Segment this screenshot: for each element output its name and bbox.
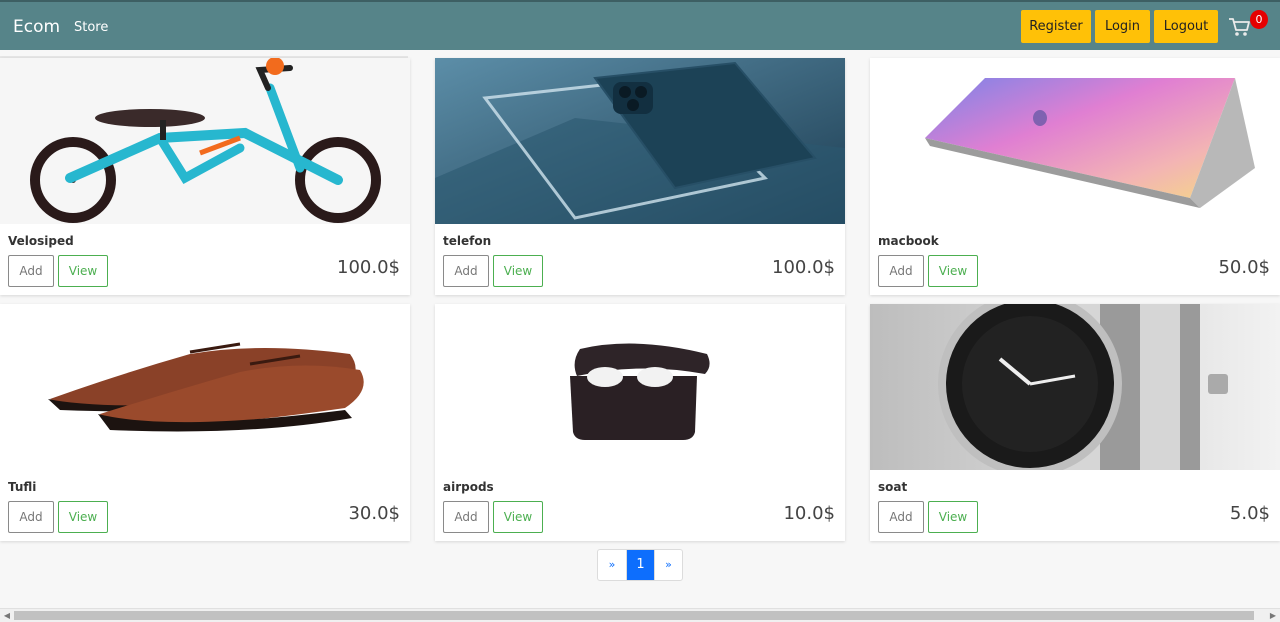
navbar: Ecom Store Register Login Logout 0 (0, 0, 1280, 50)
scroll-right-icon[interactable]: ▶ (1267, 610, 1279, 622)
product-price: 100.0$ (337, 257, 400, 278)
product-card: soat Add View 5.0$ (870, 304, 1280, 541)
add-to-cart-button[interactable]: Add (443, 255, 489, 287)
product-name: airpods (443, 480, 494, 494)
product-card: Tufli Add View 30.0$ (0, 304, 410, 541)
product-image-shoes[interactable] (0, 304, 410, 470)
product-price: 10.0$ (783, 503, 835, 524)
product-name: telefon (443, 234, 492, 248)
nav-link-store[interactable]: Store (74, 20, 108, 35)
logout-button[interactable]: Logout (1154, 10, 1218, 43)
brand-logo[interactable]: Ecom (13, 17, 60, 37)
product-price: 5.0$ (1229, 503, 1270, 524)
horizontal-scrollbar[interactable]: ◀ ▶ (0, 608, 1280, 622)
pagination-next[interactable]: » (654, 550, 682, 580)
view-product-button[interactable]: View (493, 501, 543, 533)
product-name: soat (878, 480, 908, 494)
product-price: 100.0$ (772, 257, 835, 278)
product-image-laptop[interactable] (870, 58, 1280, 224)
product-image-watch[interactable] (870, 304, 1280, 470)
product-image-earbuds[interactable] (435, 304, 845, 470)
scroll-left-icon[interactable]: ◀ (1, 610, 13, 622)
add-to-cart-button[interactable]: Add (878, 501, 924, 533)
product-card: macbook Add View 50.0$ (870, 58, 1280, 295)
scrollbar-thumb[interactable] (14, 611, 1254, 620)
pagination-prev[interactable]: » (598, 550, 626, 580)
add-to-cart-button[interactable]: Add (8, 255, 54, 287)
view-product-button[interactable]: View (928, 501, 978, 533)
pagination: » 1 » (597, 549, 683, 581)
view-product-button[interactable]: View (58, 501, 108, 533)
product-price: 50.0$ (1218, 257, 1270, 278)
add-to-cart-button[interactable]: Add (8, 501, 54, 533)
add-to-cart-button[interactable]: Add (443, 501, 489, 533)
product-image-phone[interactable] (435, 58, 845, 224)
product-card: Velosiped Add View 100.0$ (0, 58, 410, 295)
product-name: macbook (878, 234, 939, 248)
product-price: 30.0$ (348, 503, 400, 524)
cart-count-badge: 0 (1250, 10, 1268, 29)
register-button[interactable]: Register (1021, 10, 1091, 43)
product-card: telefon Add View 100.0$ (435, 58, 845, 295)
product-name: Tufli (8, 480, 37, 494)
view-product-button[interactable]: View (928, 255, 978, 287)
view-product-button[interactable]: View (58, 255, 108, 287)
add-to-cart-button[interactable]: Add (878, 255, 924, 287)
view-product-button[interactable]: View (493, 255, 543, 287)
product-name: Velosiped (8, 234, 74, 248)
product-image-bicycle[interactable] (0, 58, 410, 224)
cart-icon[interactable] (1228, 16, 1252, 38)
login-button[interactable]: Login (1095, 10, 1150, 43)
product-card: airpods Add View 10.0$ (435, 304, 845, 541)
pagination-page-1[interactable]: 1 (626, 550, 654, 580)
